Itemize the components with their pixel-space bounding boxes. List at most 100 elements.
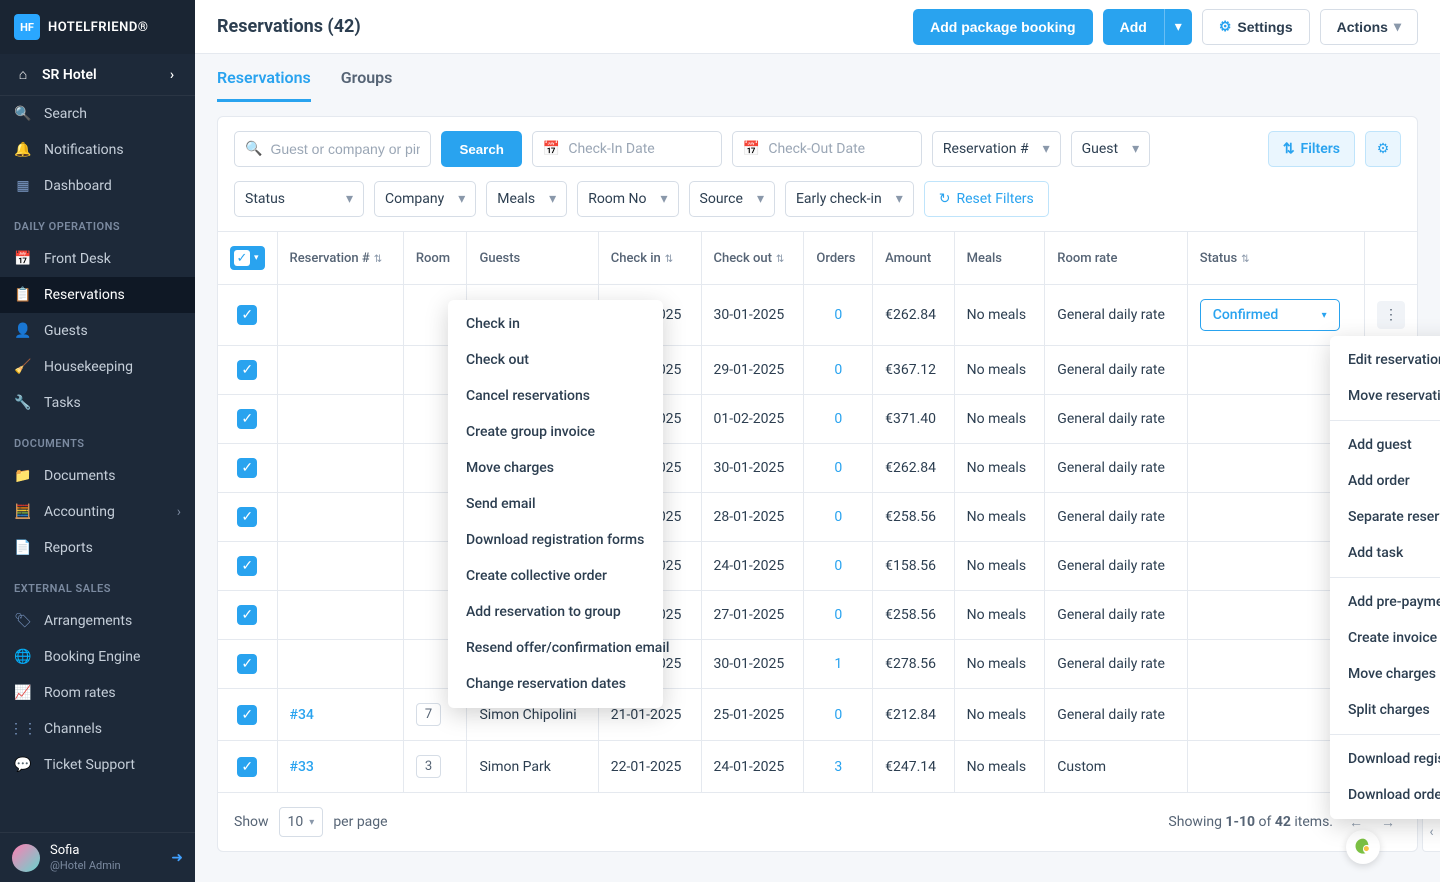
meals-select[interactable]: Meals▾ bbox=[486, 181, 567, 217]
bulk-menu-item[interactable]: Change reservation dates bbox=[448, 666, 663, 702]
signin-icon[interactable]: ➜ bbox=[171, 850, 183, 866]
help-fab[interactable] bbox=[1346, 830, 1380, 864]
bulk-menu-item[interactable]: Create group invoice bbox=[448, 414, 663, 450]
col-status[interactable]: Status⇅ bbox=[1187, 232, 1364, 285]
sidebar-item-accounting[interactable]: 🧮Accounting› bbox=[0, 494, 195, 530]
row-menu-item[interactable]: Download registration form bbox=[1330, 741, 1440, 777]
col-guests[interactable]: Guests bbox=[467, 232, 598, 285]
row-actions-button[interactable]: ⋮ bbox=[1377, 301, 1405, 329]
table-settings-button[interactable]: ⚙ bbox=[1365, 131, 1401, 167]
col-room[interactable]: Room bbox=[403, 232, 467, 285]
row-checkbox[interactable]: ✓ bbox=[237, 556, 257, 576]
bulk-menu-item[interactable]: Send email bbox=[448, 486, 663, 522]
status-select[interactable]: Status▾ bbox=[234, 181, 364, 217]
cell-orders[interactable]: 0 bbox=[804, 542, 873, 591]
checkout-date-input[interactable]: 📅 Check-Out Date bbox=[732, 131, 922, 167]
company-select[interactable]: Company▾ bbox=[374, 181, 476, 217]
reset-filters-button[interactable]: ↻ Reset Filters bbox=[924, 181, 1049, 217]
actions-button[interactable]: Actions ▾ bbox=[1320, 9, 1418, 45]
bulk-menu-item[interactable]: Resend offer/confirmation email bbox=[448, 630, 663, 666]
col-orders[interactable]: Orders bbox=[804, 232, 873, 285]
row-menu-item[interactable]: Add task bbox=[1330, 535, 1440, 571]
row-checkbox[interactable]: ✓ bbox=[237, 507, 257, 527]
early-checkin-select[interactable]: Early check-in▾ bbox=[785, 181, 914, 217]
tenant-switcher[interactable]: ⌂ SR Hotel › bbox=[0, 54, 195, 96]
reservation-number-select[interactable]: Reservation #▾ bbox=[932, 131, 1061, 167]
add-caret-button[interactable]: ▾ bbox=[1164, 9, 1192, 45]
row-checkbox[interactable]: ✓ bbox=[237, 360, 257, 380]
checkin-date-input[interactable]: 📅 Check-In Date bbox=[532, 131, 722, 167]
add-button[interactable]: Add bbox=[1103, 9, 1164, 45]
status-select[interactable]: Confirmed▾ bbox=[1200, 299, 1340, 331]
bulk-menu-item[interactable]: Create collective order bbox=[448, 558, 663, 594]
bulk-menu-item[interactable]: Check out bbox=[448, 342, 663, 378]
sidebar-item-documents[interactable]: 📁Documents bbox=[0, 458, 195, 494]
select-all-checkbox[interactable]: ✓ ▾ bbox=[230, 246, 265, 270]
bulk-menu-item[interactable]: Move charges bbox=[448, 450, 663, 486]
cell-orders[interactable]: 0 bbox=[804, 689, 873, 741]
cell-orders[interactable]: 3 bbox=[804, 741, 873, 793]
row-menu-item[interactable]: Move reservation bbox=[1330, 378, 1440, 414]
row-menu-item[interactable]: Download order overview bbox=[1330, 777, 1440, 813]
bulk-menu-item[interactable]: Add reservation to group bbox=[448, 594, 663, 630]
col-amount[interactable]: Amount bbox=[873, 232, 955, 285]
search-button[interactable]: Search bbox=[441, 131, 521, 167]
row-checkbox[interactable]: ✓ bbox=[237, 605, 257, 625]
sidebar-item-arrangements[interactable]: 🏷Arrangements bbox=[0, 603, 195, 639]
cell-orders[interactable]: 1 bbox=[804, 640, 873, 689]
col-meals[interactable]: Meals bbox=[954, 232, 1045, 285]
cell-orders[interactable]: 0 bbox=[804, 285, 873, 346]
sidebar-item-room-rates[interactable]: 📈Room rates bbox=[0, 675, 195, 711]
bulk-menu-item[interactable]: Download registration forms bbox=[448, 522, 663, 558]
row-checkbox[interactable]: ✓ bbox=[237, 409, 257, 429]
row-menu-item[interactable]: Add pre-payment bbox=[1330, 584, 1440, 620]
row-menu-item[interactable]: Add order bbox=[1330, 463, 1440, 499]
filters-button[interactable]: ⇅ Filters bbox=[1268, 131, 1355, 167]
sidebar-item-reports[interactable]: 📄Reports bbox=[0, 530, 195, 566]
col-room-rate[interactable]: Room rate bbox=[1045, 232, 1187, 285]
sidebar-item-front-desk[interactable]: 📅Front Desk bbox=[0, 241, 195, 277]
cell-orders[interactable]: 0 bbox=[804, 591, 873, 640]
nav-scroll[interactable]: 🔍Search🔔Notifications▦DashboardDAILY OPE… bbox=[0, 96, 195, 832]
sidebar-item-tasks[interactable]: 🔧Tasks bbox=[0, 385, 195, 421]
sidebar-item-notifications[interactable]: 🔔Notifications bbox=[0, 132, 195, 168]
cell-orders[interactable]: 0 bbox=[804, 444, 873, 493]
row-menu-item[interactable]: Edit reservation bbox=[1330, 342, 1440, 378]
row-menu-item[interactable]: Split charges bbox=[1330, 692, 1440, 728]
avatar[interactable] bbox=[12, 844, 40, 872]
sidebar-item-booking-engine[interactable]: 🌐Booking Engine bbox=[0, 639, 195, 675]
col-checkin[interactable]: Check in⇅ bbox=[598, 232, 701, 285]
row-menu-item[interactable]: Create invoice bbox=[1330, 620, 1440, 656]
sidebar-item-channels[interactable]: ⋮⋮Channels bbox=[0, 711, 195, 747]
row-checkbox[interactable]: ✓ bbox=[237, 458, 257, 478]
col-reservation[interactable]: Reservation #⇅ bbox=[277, 232, 403, 285]
page-size-select[interactable]: 10 ▾ bbox=[279, 807, 324, 837]
settings-button[interactable]: ⚙ Settings bbox=[1202, 9, 1310, 45]
logo[interactable]: HF HOTELFRIEND® bbox=[0, 0, 195, 54]
reservation-link[interactable]: #34 bbox=[290, 707, 314, 723]
cell-orders[interactable]: 0 bbox=[804, 346, 873, 395]
sidebar-item-dashboard[interactable]: ▦Dashboard bbox=[0, 168, 195, 204]
reservation-link[interactable]: #33 bbox=[290, 759, 314, 775]
guest-search-input[interactable]: 🔍 bbox=[234, 131, 431, 167]
row-checkbox[interactable]: ✓ bbox=[237, 305, 257, 325]
row-menu-item[interactable]: Separate reservation from group bbox=[1330, 499, 1440, 535]
row-checkbox[interactable]: ✓ bbox=[237, 757, 257, 777]
col-checkout[interactable]: Check out⇅ bbox=[701, 232, 804, 285]
room-no-select[interactable]: Room No▾ bbox=[577, 181, 678, 217]
bulk-menu-item[interactable]: Check in bbox=[448, 306, 663, 342]
source-select[interactable]: Source▾ bbox=[689, 181, 775, 217]
sidebar-item-reservations[interactable]: 📋Reservations bbox=[0, 277, 195, 313]
sidebar-item-housekeeping[interactable]: 🧹Housekeeping bbox=[0, 349, 195, 385]
cell-orders[interactable]: 0 bbox=[804, 493, 873, 542]
sidebar-item-undefined[interactable]: 💬Ticket Support bbox=[0, 747, 195, 783]
row-checkbox[interactable]: ✓ bbox=[237, 654, 257, 674]
tab-reservations[interactable]: Reservations bbox=[217, 68, 311, 102]
tab-groups[interactable]: Groups bbox=[341, 68, 393, 102]
add-package-booking-button[interactable]: Add package booking bbox=[913, 9, 1092, 45]
guest-select[interactable]: Guest▾ bbox=[1071, 131, 1151, 167]
row-menu-item[interactable]: Add guest bbox=[1330, 427, 1440, 463]
row-menu-item[interactable]: Move charges bbox=[1330, 656, 1440, 692]
bulk-menu-item[interactable]: Cancel reservations bbox=[448, 378, 663, 414]
sidebar-item-guests[interactable]: 👤Guests bbox=[0, 313, 195, 349]
